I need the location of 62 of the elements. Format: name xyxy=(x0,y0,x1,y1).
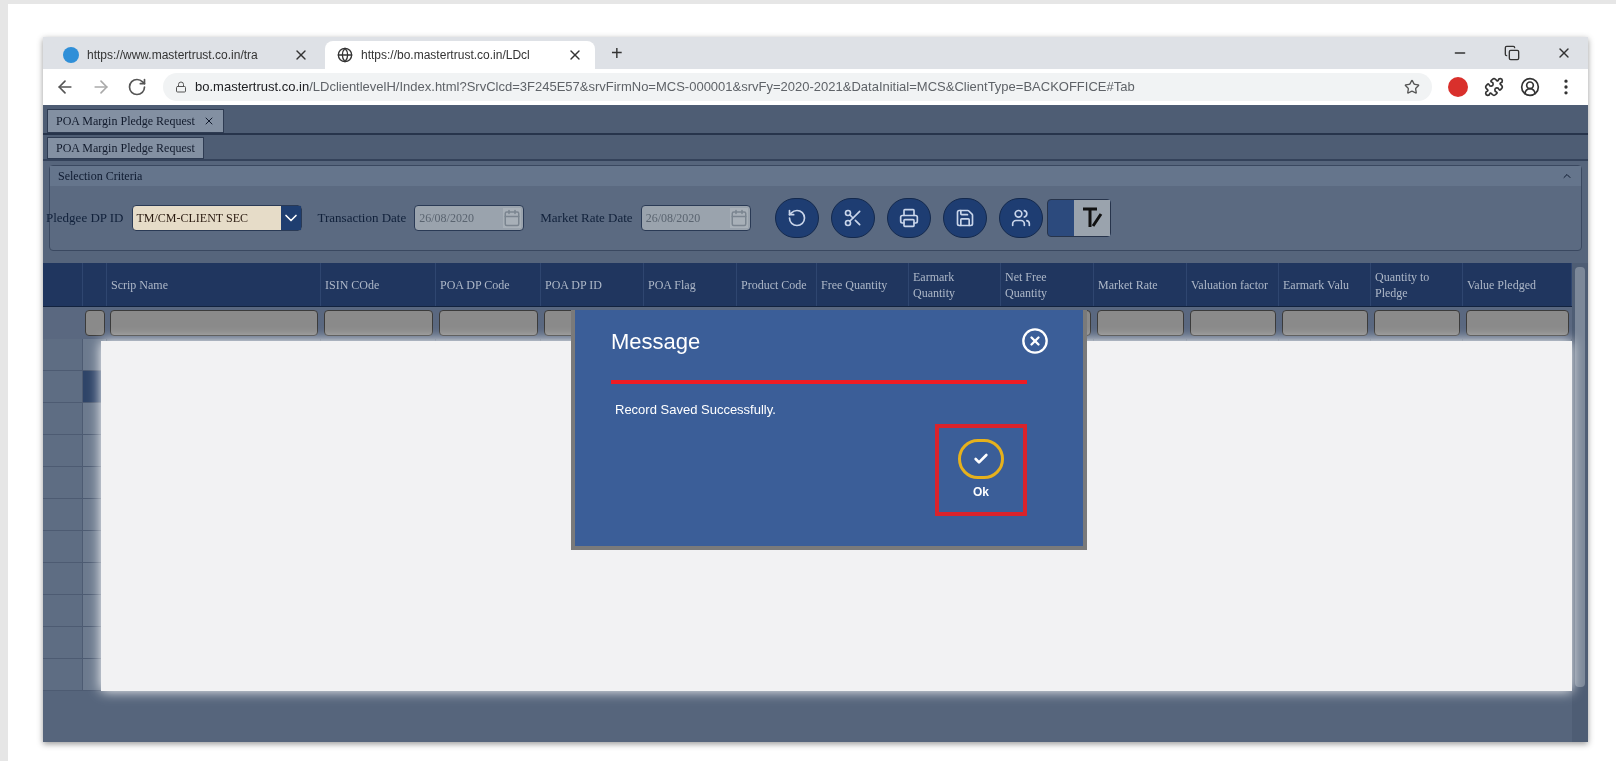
page-tab[interactable]: POA Margin Pledge Request xyxy=(47,137,204,159)
filter-field[interactable] xyxy=(1282,310,1368,336)
restore-icon[interactable] xyxy=(1504,45,1520,61)
scissors-button[interactable] xyxy=(830,198,875,238)
column-header[interactable]: Quantity to Pledge xyxy=(1375,268,1458,301)
undo-icon xyxy=(786,208,807,228)
browser-tab[interactable]: https://bo.mastertrust.co.in/LDcl xyxy=(325,41,595,69)
panel-title: Selection Criteria xyxy=(58,168,143,185)
reload-icon[interactable] xyxy=(127,77,147,97)
dropdown-field[interactable]: TM/CM-CLIENT SEC xyxy=(131,205,302,231)
column-header[interactable]: Scrip Name xyxy=(111,276,168,293)
undo-button[interactable] xyxy=(774,198,819,238)
url-text: bo.mastertrust.co.in/LDclientlevelH/Index.html?SrvClcd=3F245E57&srvFirmNo=MCS-000001&srvFy=2020-2021&DataInitial=MCS&ClientType=BACKOFFICE#Tab xyxy=(195,78,1136,97)
column-header[interactable]: POA DP ID xyxy=(545,276,602,293)
document-tab[interactable]: POA Margin Pledge Request xyxy=(47,109,224,133)
save-button[interactable] xyxy=(942,198,987,238)
filter-field[interactable] xyxy=(85,310,105,336)
profile-icon[interactable] xyxy=(1520,77,1540,97)
column-header[interactable]: Net Free Quantity xyxy=(1005,268,1089,301)
column-header[interactable]: Earmark Quantity xyxy=(913,268,996,301)
site-logo-icon xyxy=(63,47,79,63)
dialog-message: Record Saved Successfully. xyxy=(615,401,777,419)
field-label: Pledgee DP ID xyxy=(46,209,124,228)
print-icon xyxy=(898,208,919,228)
column-header[interactable]: Market Rate xyxy=(1098,276,1158,293)
lock-icon xyxy=(175,81,187,93)
tab-title: https://www.mastertrust.co.in/tra xyxy=(87,47,259,64)
field-label: Transaction Date xyxy=(317,209,407,228)
filter-field[interactable] xyxy=(110,310,318,336)
filter-field[interactable] xyxy=(1097,310,1184,336)
scrollbar[interactable] xyxy=(1572,263,1588,742)
column-header[interactable]: POA Flag xyxy=(648,276,696,293)
bookmark-star-icon[interactable] xyxy=(1404,79,1420,95)
column-header[interactable]: Earmark Valu xyxy=(1283,276,1350,293)
column-header[interactable]: ISIN COde xyxy=(325,276,380,293)
extensions-icon[interactable] xyxy=(1484,77,1504,97)
column-header[interactable]: Value Pledged xyxy=(1467,276,1536,293)
save-icon xyxy=(954,208,975,228)
text-edit-toggle[interactable] xyxy=(1046,199,1111,237)
address-bar[interactable]: bo.mastertrust.co.in/LDclientlevelH/Index.html?SrvClcd=3F245E57&srvFirmNo=MCS-000001&srvFy=2020-2021&DataInitial=MCS&ClientType=BACKOFFICE#Tab xyxy=(163,73,1432,101)
field-label: Market Rate Date xyxy=(540,209,633,228)
close-icon[interactable] xyxy=(1021,327,1049,355)
new-tab-button[interactable]: + xyxy=(599,38,635,68)
text-pen-icon xyxy=(1080,206,1103,230)
print-button[interactable] xyxy=(886,198,931,238)
column-header[interactable]: Product Code xyxy=(741,276,807,293)
ok-button[interactable]: Ok xyxy=(935,423,1027,516)
filter-field[interactable] xyxy=(1374,310,1460,336)
globe-icon xyxy=(337,47,353,63)
filter-field[interactable] xyxy=(1466,310,1569,336)
users-icon xyxy=(1010,208,1031,228)
scissors-icon xyxy=(842,208,863,228)
column-header[interactable]: Free Quantity xyxy=(821,276,888,293)
users-button[interactable] xyxy=(998,198,1043,238)
column-header[interactable]: Valuation factor xyxy=(1191,276,1268,293)
tab-title: https://bo.mastertrust.co.in/LDcl xyxy=(361,47,531,64)
filter-field[interactable] xyxy=(439,310,538,336)
filter-field[interactable] xyxy=(1190,310,1276,336)
extension-icon[interactable] xyxy=(1448,77,1468,97)
column-header[interactable]: POA DP Code xyxy=(440,276,510,293)
dialog-title: Message xyxy=(611,327,701,356)
filter-field[interactable] xyxy=(324,310,433,336)
